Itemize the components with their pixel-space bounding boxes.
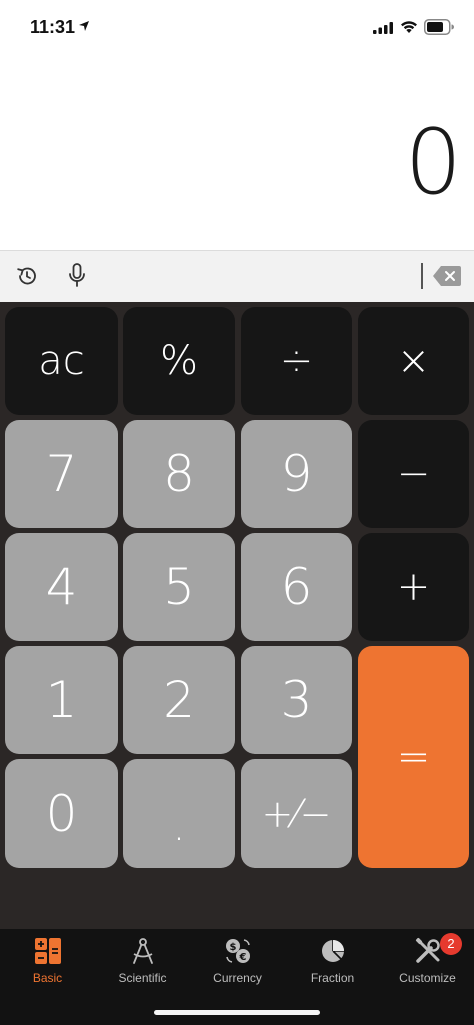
divide-label: ÷ — [279, 338, 314, 384]
basic-icon — [34, 938, 61, 964]
keypad: ac % ÷ × 7 8 9 − 4 5 6 + 1 2 3 = 0 . +⁄− — [0, 302, 474, 929]
tab-bar: Basic Scientific $ € Currency Fraction 2… — [0, 929, 474, 1025]
digit-8-button[interactable]: 8 — [123, 420, 235, 528]
digit-0-label: 0 — [45, 784, 78, 843]
digit-7-label: 7 — [45, 445, 78, 503]
digit-7-button[interactable]: 7 — [5, 420, 118, 528]
status-bar: 11:31 — [0, 0, 474, 56]
plus-label: + — [396, 564, 431, 610]
tab-currency[interactable]: $ € Currency — [190, 929, 285, 995]
digit-9-button[interactable]: 9 — [241, 420, 352, 528]
tab-fraction[interactable]: Fraction — [285, 929, 380, 995]
digit-4-label: 4 — [45, 558, 78, 616]
notification-badge: 2 — [440, 933, 462, 955]
minus-button[interactable]: − — [358, 420, 469, 528]
multiply-button[interactable]: × — [358, 307, 469, 415]
result-display: 0 — [0, 56, 474, 250]
digit-6-button[interactable]: 6 — [241, 533, 352, 641]
microphone-icon[interactable] — [68, 263, 86, 289]
digit-0-button[interactable]: 0 — [5, 759, 118, 868]
text-cursor — [421, 263, 423, 289]
digit-6-label: 6 — [280, 558, 313, 616]
wifi-icon — [401, 21, 417, 33]
tab-scientific[interactable]: Scientific — [95, 929, 190, 995]
digit-5-button[interactable]: 5 — [123, 533, 235, 641]
tab-scientific-label: Scientific — [118, 971, 167, 985]
clear-button[interactable]: ac — [5, 307, 118, 415]
location-arrow-icon — [79, 21, 89, 31]
digit-3-button[interactable]: 3 — [241, 646, 352, 754]
digit-9-label: 9 — [280, 445, 313, 503]
digit-1-button[interactable]: 1 — [5, 646, 118, 754]
digit-1-label: 1 — [45, 671, 78, 729]
digit-5-label: 5 — [163, 558, 195, 616]
backspace-icon[interactable] — [432, 265, 462, 287]
compass-icon — [132, 938, 153, 964]
percent-label: % — [159, 338, 198, 384]
clear-label: ac — [38, 338, 85, 384]
history-icon[interactable] — [16, 265, 38, 287]
equals-button[interactable]: = — [358, 646, 469, 868]
display-value: 0 — [404, 110, 462, 215]
plus-button[interactable]: + — [358, 533, 469, 641]
tab-customize-label: Customize — [399, 971, 456, 985]
digit-2-button[interactable]: 2 — [123, 646, 235, 754]
divide-button[interactable]: ÷ — [241, 307, 352, 415]
digit-2-label: 2 — [163, 671, 195, 729]
pie-icon — [321, 940, 344, 962]
svg-text:€: € — [238, 952, 246, 963]
cellular-signal-icon — [373, 22, 393, 34]
home-indicator[interactable] — [154, 1010, 320, 1015]
tab-basic[interactable]: Basic — [0, 929, 95, 995]
battery-icon — [424, 19, 454, 35]
tools-icon — [415, 937, 440, 963]
equals-label: = — [396, 734, 431, 780]
input-toolbar — [0, 250, 474, 302]
status-time: 11:31 — [30, 17, 76, 37]
plus-minus-button[interactable]: +⁄− — [241, 759, 352, 868]
digit-8-label: 8 — [163, 445, 195, 503]
tab-customize[interactable]: 2 Customize — [380, 929, 474, 995]
percent-button[interactable]: % — [123, 307, 235, 415]
plus-minus-label: +⁄− — [261, 791, 332, 836]
digit-4-button[interactable]: 4 — [5, 533, 118, 641]
tab-basic-label: Basic — [32, 971, 63, 985]
multiply-label: × — [396, 338, 431, 384]
svg-text:$: $ — [229, 942, 236, 953]
digit-3-label: 3 — [280, 671, 313, 729]
decimal-button[interactable]: . — [123, 759, 235, 868]
decimal-label: . — [172, 803, 186, 850]
currency-icon: $ € — [225, 939, 250, 963]
tab-currency-label: Currency — [213, 971, 262, 985]
minus-label: − — [396, 451, 431, 497]
tab-fraction-label: Fraction — [310, 971, 355, 985]
